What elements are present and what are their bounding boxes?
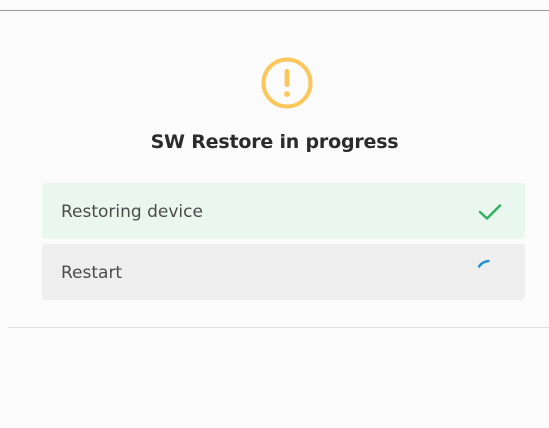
step-row-restoring-device: Restoring device xyxy=(42,183,525,239)
bottom-divider xyxy=(8,327,549,328)
step-label: Restoring device xyxy=(61,202,203,222)
check-icon xyxy=(478,204,502,220)
dialog-title: SW Restore in progress xyxy=(150,131,399,153)
restore-progress-dialog: SW Restore in progress Restoring device … xyxy=(0,0,549,428)
step-label: Restart xyxy=(61,263,123,283)
spinner-icon xyxy=(477,259,490,268)
top-divider xyxy=(0,10,549,11)
step-row-restart: Restart xyxy=(42,244,525,300)
warning-circle-icon xyxy=(261,57,313,109)
